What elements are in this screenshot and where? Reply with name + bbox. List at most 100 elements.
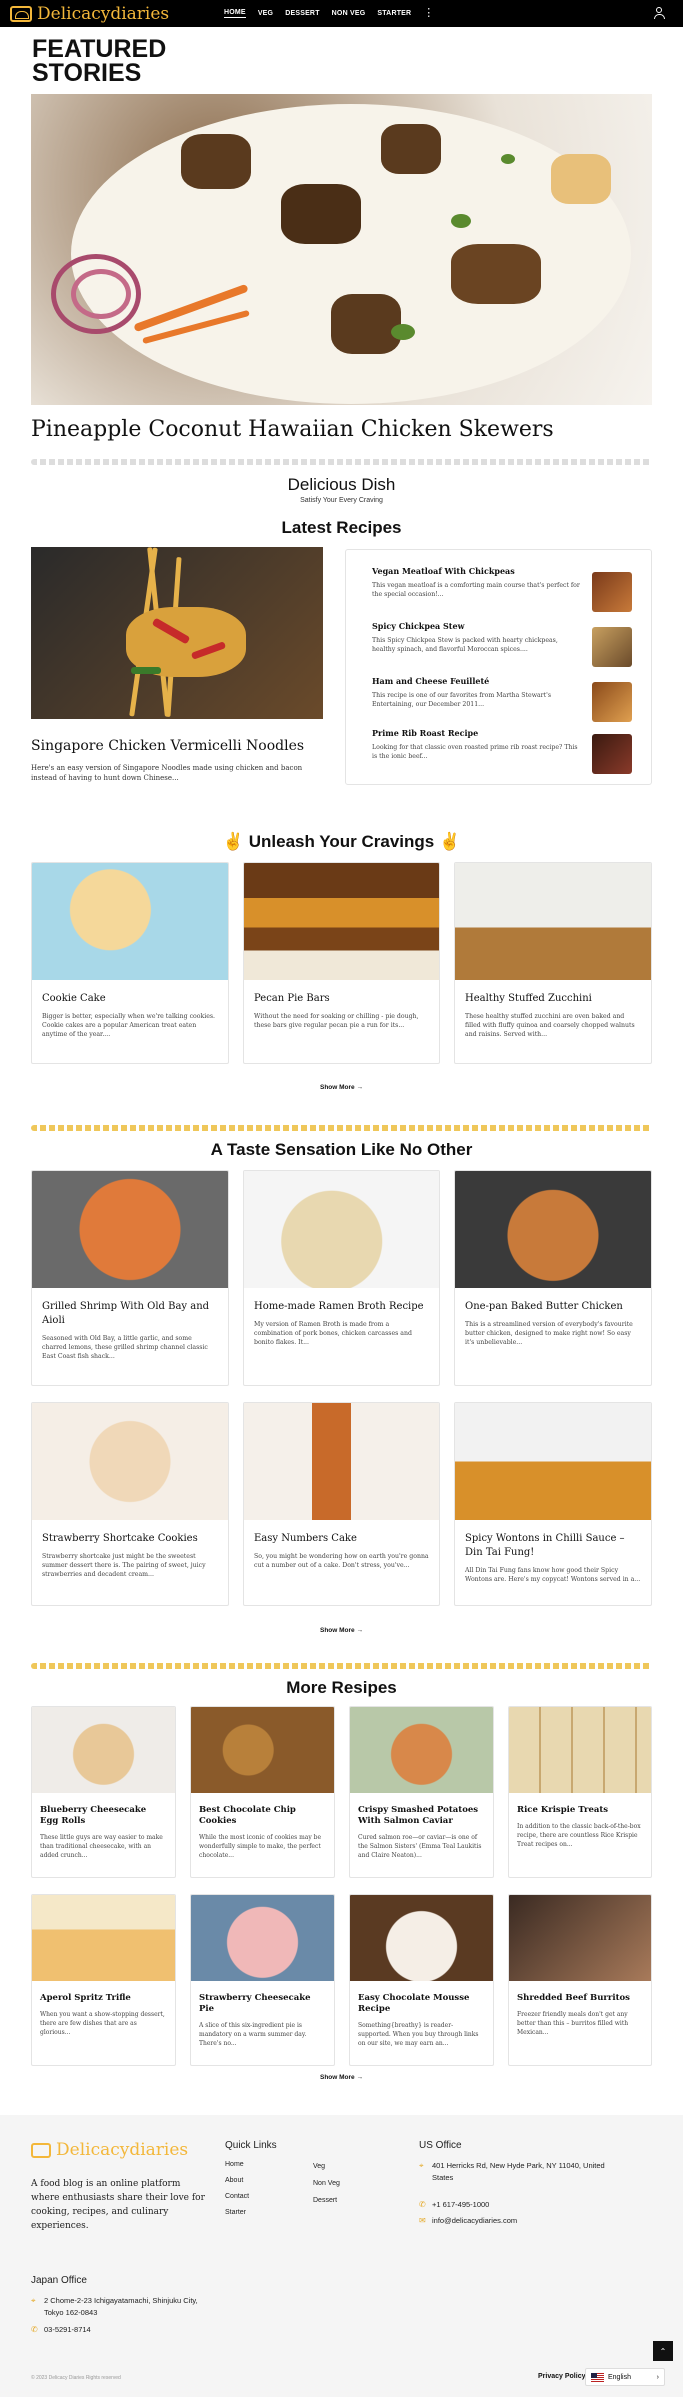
recipe-card-image[interactable] (509, 1895, 651, 1981)
recipe-card-title[interactable]: Home-made Ramen Broth Recipe (254, 1300, 429, 1314)
footer-logo-text: Delicacydiaries (56, 2140, 189, 2160)
recipe-card[interactable]: Cookie Cake Bigger is better, especially… (31, 862, 229, 1064)
privacy-policy-link[interactable]: Privacy Policy (538, 2373, 585, 2380)
nav-veg[interactable]: VEG (258, 10, 273, 17)
recipe-card-image[interactable] (32, 1403, 228, 1520)
recipe-card-title[interactable]: Healthy Stuffed Zucchini (465, 992, 641, 1006)
recipe-card-desc: Cured salmon roe—or caviar—is one of the… (358, 1834, 482, 1859)
recipe-card[interactable]: Strawberry Shortcake Cookies Strawberry … (31, 1402, 229, 1606)
list-item-thumbnail[interactable] (592, 627, 632, 667)
recipe-card-title[interactable]: Best Chocolate Chip Cookies (199, 1805, 326, 1827)
recipe-card-title[interactable]: Grilled Shrimp With Old Bay and Aioli (42, 1300, 218, 1328)
recipe-card-title[interactable]: Crispy Smashed Potatoes With Salmon Cavi… (358, 1805, 485, 1827)
recipe-card-image[interactable] (509, 1707, 651, 1793)
language-selector[interactable]: English › (585, 2368, 665, 2386)
recipe-card[interactable]: Easy Numbers Cake So, you might be wonde… (243, 1402, 440, 1606)
list-item[interactable]: Ham and Cheese Feuilleté This recipe is … (372, 676, 642, 722)
recipe-card[interactable]: Aperol Spritz Trifle When you want a sho… (31, 1894, 176, 2066)
recipe-card-image[interactable] (191, 1707, 334, 1793)
footer-logo[interactable]: Delicacydiaries (31, 2140, 188, 2160)
back-to-top-button[interactable]: ⌃ (653, 2341, 673, 2361)
footer-link-contact[interactable]: Contact (225, 2193, 249, 2200)
recipe-card[interactable]: Best Chocolate Chip Cookies While the mo… (190, 1706, 335, 1878)
list-item[interactable]: Vegan Meatloaf With Chickpeas This vegan… (372, 566, 642, 612)
recipe-card[interactable]: Spicy Wontons in Chilli Sauce – Din Tai … (454, 1402, 652, 1606)
japan-address: 2 Chome-2-23 Ichigayatamachi, Shinjuku C… (44, 2296, 198, 2317)
recipe-card[interactable]: Blueberry Cheesecake Egg Rolls These lit… (31, 1706, 176, 1878)
recipe-card[interactable]: Pecan Pie Bars Without the need for soak… (243, 862, 440, 1064)
footer-link-home[interactable]: Home (225, 2161, 244, 2168)
footer-link-non-veg[interactable]: Non Veg (313, 2180, 340, 2187)
recipe-card-image[interactable] (350, 1707, 493, 1793)
recipe-card-image[interactable] (244, 1403, 439, 1520)
recipe-card-image[interactable] (455, 1403, 651, 1520)
recipe-card-title[interactable]: Strawberry Shortcake Cookies (42, 1532, 218, 1546)
nav-starter[interactable]: STARTER (377, 10, 411, 17)
japan-phone[interactable]: 03-5291-8714 (44, 2324, 91, 2336)
list-item-desc: This Spicy Chickpea Stew is packed with … (372, 637, 558, 653)
hand-icon: ✌ (438, 832, 461, 851)
quick-links-heading: Quick Links (225, 2140, 277, 2151)
recipe-card-image[interactable] (244, 1171, 439, 1288)
recipe-card[interactable]: Shredded Beef Burritos Freezer friendly … (508, 1894, 652, 2066)
list-item-thumbnail[interactable] (592, 682, 632, 722)
recipe-card-desc: While the most iconic of cookies may be … (199, 1834, 322, 1859)
recipe-card-title[interactable]: Aperol Spritz Trifle (40, 1993, 167, 2004)
footer-link-dessert[interactable]: Dessert (313, 2197, 337, 2204)
recipe-card-title[interactable]: Strawberry Cheesecake Pie (199, 1993, 326, 2015)
recipe-card[interactable]: Strawberry Cheesecake Pie A slice of thi… (190, 1894, 335, 2066)
recipe-card-title[interactable]: Cookie Cake (42, 992, 218, 1006)
recipe-card-title[interactable]: Easy Numbers Cake (254, 1532, 429, 1546)
recipe-card[interactable]: Grilled Shrimp With Old Bay and Aioli Se… (31, 1170, 229, 1386)
site-logo[interactable]: Delicacydiaries (10, 4, 169, 24)
recipe-card-title[interactable]: Blueberry Cheesecake Egg Rolls (40, 1805, 167, 1827)
recipe-card[interactable]: Crispy Smashed Potatoes With Salmon Cavi… (349, 1706, 494, 1878)
recipe-card[interactable]: Home-made Ramen Broth Recipe My version … (243, 1170, 440, 1386)
recipe-card-image[interactable] (32, 1171, 228, 1288)
list-item[interactable]: Prime Rib Roast Recipe Looking for that … (372, 728, 642, 774)
show-more-button[interactable]: Show More → (0, 2074, 683, 2081)
recipe-card-image[interactable] (32, 1707, 175, 1793)
featured-image[interactable] (31, 94, 652, 405)
list-item-thumbnail[interactable] (592, 572, 632, 612)
footer-link-starter[interactable]: Starter (225, 2209, 246, 2216)
recipe-card-title[interactable]: Shredded Beef Burritos (517, 1993, 643, 2004)
latest-main-title[interactable]: Singapore Chicken Vermicelli Noodles (31, 738, 304, 754)
us-email[interactable]: info@delicacydiaries.com (432, 2215, 517, 2227)
recipe-card-image[interactable] (32, 1895, 175, 1981)
footer-link-about[interactable]: About (225, 2177, 243, 2184)
kebab-menu-icon[interactable]: ⋮ (423, 8, 434, 19)
recipe-card-title[interactable]: Spicy Wontons in Chilli Sauce – Din Tai … (465, 1532, 641, 1560)
recipe-card-image[interactable] (455, 1171, 651, 1288)
recipe-card-desc: This is a streamlined version of everybo… (465, 1321, 633, 1346)
list-item-desc: This recipe is one of our favorites from… (372, 692, 551, 708)
footer-link-veg[interactable]: Veg (313, 2163, 325, 2170)
recipe-card[interactable]: Healthy Stuffed Zucchini These healthy s… (454, 862, 652, 1064)
latest-main-image[interactable] (31, 547, 323, 719)
nav-non-veg[interactable]: NON VEG (332, 10, 366, 17)
recipe-card[interactable]: Rice Krispie Treats In addition to the c… (508, 1706, 652, 1878)
list-item-thumbnail[interactable] (592, 734, 632, 774)
recipe-card-image[interactable] (191, 1895, 334, 1981)
main-nav: HOME VEG DESSERT NON VEG STARTER ⋮ (224, 0, 434, 27)
show-more-button[interactable]: Show More → (0, 1627, 683, 1634)
recipe-card-title[interactable]: Pecan Pie Bars (254, 992, 429, 1006)
show-more-button[interactable]: Show More → (0, 1084, 683, 1091)
recipe-card[interactable]: One-pan Baked Butter Chicken This is a s… (454, 1170, 652, 1386)
featured-recipe-title[interactable]: Pineapple Coconut Hawaiian Chicken Skewe… (31, 417, 554, 442)
recipe-card-title[interactable]: Rice Krispie Treats (517, 1805, 643, 1816)
sensation-heading: A Taste Sensation Like No Other (210, 1140, 473, 1159)
recipe-card-title[interactable]: One-pan Baked Butter Chicken (465, 1300, 641, 1314)
recipe-card-image[interactable] (32, 863, 228, 980)
location-icon: ⌖ (31, 2296, 36, 2305)
recipe-card-title[interactable]: Easy Chocolate Mousse Recipe (358, 1993, 485, 2015)
nav-dessert[interactable]: DESSERT (285, 10, 319, 17)
recipe-card-image[interactable] (350, 1895, 493, 1981)
recipe-card-image[interactable] (244, 863, 439, 980)
recipe-card[interactable]: Easy Chocolate Mousse Recipe Something{b… (349, 1894, 494, 2066)
nav-home[interactable]: HOME (224, 9, 246, 18)
user-icon[interactable] (653, 7, 665, 20)
us-phone[interactable]: +1 617-495-1000 (432, 2199, 489, 2211)
recipe-card-image[interactable] (455, 863, 651, 980)
list-item[interactable]: Spicy Chickpea Stew This Spicy Chickpea … (372, 621, 642, 667)
